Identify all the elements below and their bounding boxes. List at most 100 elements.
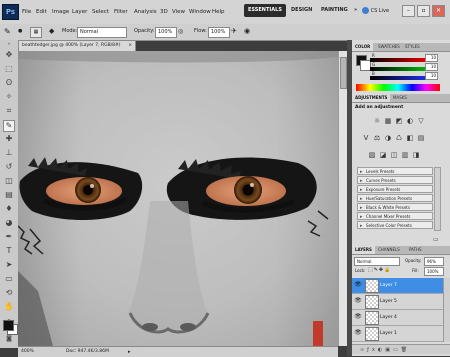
menu-filter[interactable]: Filter	[114, 0, 128, 24]
blur-tool-icon[interactable]: ♦	[3, 203, 15, 215]
layer-row[interactable]: 👁 Layer 1	[352, 326, 443, 342]
airbrush-icon[interactable]: ✈	[231, 27, 237, 36]
workspace-essentials-button[interactable]: ESSENTIALS	[244, 4, 286, 17]
canvas-vertical-scrollbar[interactable]	[338, 51, 347, 346]
lasso-tool-icon[interactable]: ʘ	[3, 77, 15, 89]
gradient-map-icon[interactable]: ▥	[401, 151, 409, 159]
pen-tool-icon[interactable]: ✒	[3, 231, 15, 243]
tab-masks[interactable]: MASKS	[390, 94, 410, 102]
maximize-button[interactable]: ▫	[417, 5, 430, 17]
pressure-opacity-icon[interactable]: ◎	[178, 27, 183, 36]
flow-field[interactable]: 100%	[208, 27, 230, 38]
channel-r-value[interactable]: 10	[425, 54, 438, 62]
tab-swatches[interactable]: SWATCHES	[375, 43, 403, 51]
channel-g-value[interactable]: 10	[425, 63, 438, 71]
scrollbar-thumb[interactable]	[340, 57, 347, 89]
preset-exposure[interactable]: Exposure Presets	[357, 185, 433, 194]
mode-select[interactable]: Normal	[77, 27, 127, 38]
selective-color-icon[interactable]: ◨	[412, 151, 420, 159]
layers-scrollbar[interactable]	[443, 278, 450, 342]
brush-panel-toggle-icon[interactable]: ▦	[30, 27, 42, 38]
black-white-icon[interactable]: ◑	[384, 134, 392, 142]
layer-row[interactable]: 👁 Layer 4	[352, 310, 443, 326]
workspace-more-button[interactable]: »	[350, 4, 361, 17]
visibility-eye-icon[interactable]: 👁	[354, 297, 362, 305]
layer-opacity-field[interactable]: 96%	[424, 257, 444, 266]
threshold-icon[interactable]: ◫	[390, 151, 398, 159]
hue-saturation-icon[interactable]: ▤	[417, 134, 425, 142]
levels-icon[interactable]: ▦	[384, 117, 392, 125]
color-ramp[interactable]	[356, 84, 440, 91]
invert-icon[interactable]: ▨	[368, 151, 376, 159]
workspace-painting-button[interactable]: PAINTING	[317, 4, 352, 17]
lock-options-icon[interactable]: ⬚✎✥🔒	[368, 267, 391, 273]
preset-hue-saturation[interactable]: Hue/Saturation Presets	[357, 194, 433, 203]
tab-layers[interactable]: LAYERS	[352, 246, 375, 254]
layers-footer-icons[interactable]: ∞ƒx◐▣▭🗑	[352, 344, 450, 354]
clone-stamp-tool-icon[interactable]: ⊥	[3, 147, 15, 159]
visibility-eye-icon[interactable]: 👁	[354, 313, 362, 321]
move-tool-icon[interactable]: ✥	[3, 49, 15, 61]
menu-image[interactable]: Image	[52, 0, 69, 24]
brush-tool-icon[interactable]: ✎	[4, 27, 11, 36]
photo-filter-icon[interactable]: ♺	[395, 134, 403, 142]
3d-rotate-tool-icon[interactable]: ⟲	[3, 287, 15, 299]
preset-channel-mixer[interactable]: Channel Mixer Presets	[357, 212, 433, 221]
tab-styles[interactable]: STYLES	[402, 43, 423, 51]
close-button[interactable]: ✕	[432, 5, 445, 17]
preset-curves[interactable]: Curves Presets	[357, 176, 433, 185]
curves-icon[interactable]: ◩	[395, 117, 403, 125]
brightness-contrast-icon[interactable]: ☼	[373, 117, 381, 125]
hand-tool-icon[interactable]: ✋	[3, 301, 15, 313]
blend-mode-select[interactable]: Normal	[354, 257, 400, 266]
minimize-button[interactable]: –	[402, 5, 415, 17]
menu-3d[interactable]: 3D	[160, 0, 168, 24]
fill-field[interactable]: 100%	[424, 267, 444, 276]
menu-layer[interactable]: Layer	[72, 0, 87, 24]
brush-tool-selected-icon[interactable]: ✎	[3, 120, 15, 132]
exposure-icon[interactable]: ◐	[406, 117, 414, 125]
cs-live-button[interactable]: CS Live	[362, 5, 389, 17]
pressure-size-icon[interactable]: ◉	[244, 27, 250, 36]
shape-tool-icon[interactable]: ▭	[3, 273, 15, 285]
preset-selective-color[interactable]: Selective Color Presets	[357, 221, 433, 230]
menu-file[interactable]: File	[22, 0, 31, 24]
channel-g-slider[interactable]	[370, 67, 432, 71]
quick-select-tool-icon[interactable]: ✧	[3, 91, 15, 103]
close-tab-icon[interactable]: ×	[128, 41, 132, 51]
crop-tool-icon[interactable]: ⌗	[3, 105, 15, 117]
menu-select[interactable]: Select	[92, 0, 109, 24]
menu-analysis[interactable]: Analysis	[134, 0, 157, 24]
channel-r-slider[interactable]	[370, 58, 432, 62]
marquee-tool-icon[interactable]: ⬚	[3, 63, 15, 75]
document-tab[interactable]: beathtedger.jpg @ 400% (Layer 7, RGB/8#)…	[18, 40, 136, 51]
brush-size-dot-icon[interactable]: ●	[18, 27, 22, 36]
preset-levels[interactable]: Levels Presets	[357, 167, 433, 176]
color-balance-icon[interactable]: ⚖	[373, 134, 381, 142]
eraser-tool-icon[interactable]: ◫	[3, 175, 15, 187]
toolbox-collapse-icon[interactable]: »	[3, 42, 15, 46]
tab-paths[interactable]: PATHS	[406, 246, 425, 254]
healing-tool-icon[interactable]: ✚	[3, 133, 15, 145]
path-selection-tool-icon[interactable]: ➤	[3, 259, 15, 271]
menu-view[interactable]: View	[172, 0, 185, 24]
layer-row[interactable]: 👁 Layer 7	[352, 278, 443, 294]
foreground-color-swatch[interactable]	[3, 320, 14, 331]
tab-channels[interactable]: CHANNELS	[375, 246, 403, 254]
menu-window[interactable]: Window	[189, 0, 211, 24]
tab-adjustments[interactable]: ADJUSTMENTS	[352, 94, 391, 102]
workspace-design-button[interactable]: DESIGN	[287, 4, 316, 17]
visibility-eye-icon[interactable]: 👁	[354, 281, 362, 289]
gradient-tool-icon[interactable]: ▤	[3, 189, 15, 201]
presets-scrollbar[interactable]	[434, 167, 441, 231]
type-tool-icon[interactable]: T	[3, 245, 15, 257]
menu-edit[interactable]: Edit	[36, 0, 47, 24]
preset-black-white[interactable]: Black & White Presets	[357, 203, 433, 212]
visibility-eye-icon[interactable]: 👁	[354, 329, 362, 337]
opacity-field[interactable]: 100%	[155, 27, 177, 38]
posterize-icon[interactable]: ◪	[379, 151, 387, 159]
channel-b-slider[interactable]	[370, 76, 432, 80]
menu-help[interactable]: Help	[212, 0, 225, 24]
history-brush-tool-icon[interactable]: ↺	[3, 161, 15, 173]
gradient-adjust-icon[interactable]: ▽	[417, 117, 425, 125]
